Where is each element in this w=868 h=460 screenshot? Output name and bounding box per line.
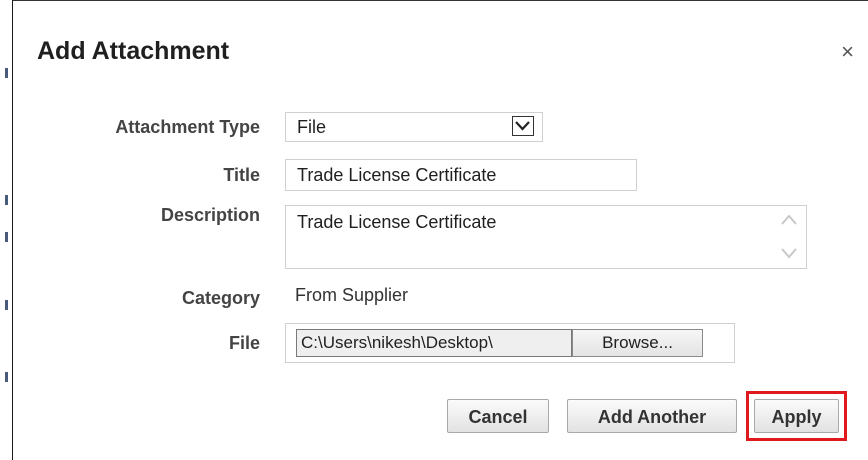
background-text-fragment — [5, 372, 8, 382]
file-label: File — [228, 333, 260, 353]
scroll-down-icon[interactable] — [780, 246, 798, 260]
dialog-title: Add Attachment — [37, 37, 230, 65]
file-path-input[interactable]: C:\Users\nikesh\Desktop\ — [296, 329, 572, 357]
description-value: Trade License Certificate — [297, 212, 497, 232]
background-text-fragment — [5, 232, 8, 242]
background-text-fragment — [5, 68, 8, 78]
background-window-edge — [0, 0, 13, 460]
title-label: Title — [223, 165, 260, 185]
category-label: Category — [181, 288, 260, 308]
attachment-type-select[interactable]: File — [285, 112, 543, 142]
scroll-up-icon[interactable] — [780, 213, 798, 227]
add-attachment-dialog: Add Attachment × Attachment Type File Ti… — [13, 0, 868, 460]
cancel-button[interactable]: Cancel — [447, 399, 549, 433]
close-icon[interactable]: × — [841, 41, 854, 63]
attachment-type-label: Attachment Type — [115, 117, 260, 137]
background-text-fragment — [5, 300, 8, 310]
title-input[interactable]: Trade License Certificate — [285, 159, 637, 191]
apply-button[interactable]: Apply — [754, 399, 839, 433]
add-another-button[interactable]: Add Another — [567, 399, 737, 433]
background-text-fragment — [5, 195, 8, 205]
attachment-type-value: File — [297, 117, 327, 137]
chevron-down-icon[interactable] — [512, 116, 534, 136]
description-label: Description — [160, 205, 260, 225]
file-upload-control: C:\Users\nikesh\Desktop\ Browse... — [285, 323, 735, 363]
browse-button[interactable]: Browse... — [572, 329, 703, 357]
description-textarea[interactable]: Trade License Certificate — [285, 205, 807, 269]
category-value: From Supplier — [295, 285, 409, 305]
